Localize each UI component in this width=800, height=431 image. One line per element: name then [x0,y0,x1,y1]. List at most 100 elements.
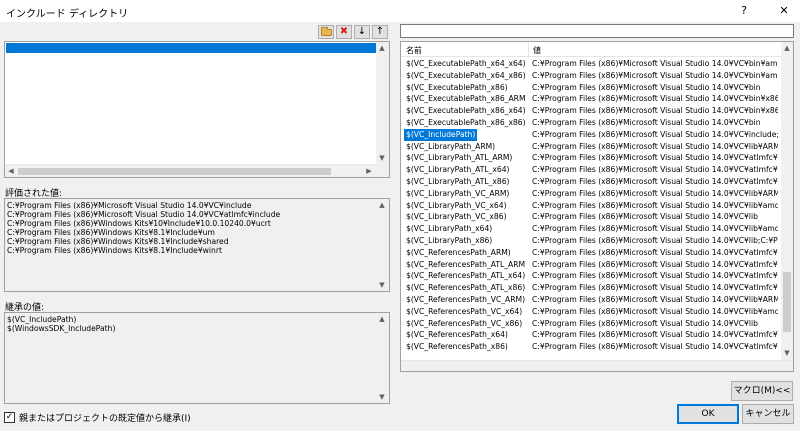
macro-grid-body: $(VC_ExecutablePath_x64_x64) C:¥Program F… [401,58,781,371]
macro-name: $(VC_ExecutablePath_x86_x64) [406,106,526,116]
macro-name: $(VC_ReferencesPath_x64) [406,330,508,340]
macro-row[interactable]: $(VC_LibraryPath_ATL_ARM) C:¥Program File… [401,152,781,164]
macro-value: C:¥Program Files (x86)¥Microsoft Visual … [532,283,778,293]
macro-value: C:¥Program Files (x86)¥Microsoft Visual … [532,294,778,304]
scroll-left-icon[interactable]: ◀ [5,165,17,177]
scroll-down-icon[interactable]: ▼ [781,347,793,359]
cancel-button[interactable]: キャンセル [742,404,794,424]
macro-name: $(VC_ExecutablePath_x64_x86) [406,70,526,80]
delete-button[interactable]: ✖ [336,25,352,39]
list-item-selected[interactable] [6,43,388,53]
macro-row[interactable]: $(VC_ExecutablePath_x86_ARM) C:¥Program F… [401,93,781,105]
column-divider[interactable] [528,43,529,56]
scroll-up-icon[interactable]: ▲ [376,42,388,54]
inherited-line: $(VC_IncludePath) [7,315,77,324]
scroll-down-icon[interactable]: ▼ [376,391,388,403]
macro-grid-header: 名前 値 [401,42,781,57]
macro-name: $(VC_ReferencesPath_x86) [406,342,508,352]
folder-icon [320,26,332,36]
macro-value: C:¥Program Files (x86)¥Microsoft Visual … [532,224,778,234]
macro-row[interactable]: $(VC_IncludePath) C:¥Program Files (x86)¥… [401,128,781,141]
scroll-down-icon[interactable]: ▼ [376,279,388,291]
macro-name: $(VC_LibraryPath_VC_ARM) [406,188,510,198]
macro-grid[interactable]: 名前 値 $(VC_ExecutablePath_x64_x64) C:¥Prog… [400,41,794,372]
move-up-button[interactable]: ↑ [372,25,388,39]
column-header-value[interactable]: 値 [533,45,541,56]
macro-name: $(VC_ReferencesPath_VC_x86) [406,318,523,328]
macro-value: C:¥Program Files (x86)¥Microsoft Visual … [532,330,778,340]
macro-row[interactable]: $(VC_ReferencesPath_x86) C:¥Program Files… [401,341,781,353]
macro-value: C:¥Program Files (x86)¥Microsoft Visual … [532,141,778,151]
macro-search-input[interactable] [400,24,794,38]
macro-toggle-button[interactable]: マクロ(M)<< [731,381,793,401]
macro-name: $(VC_ExecutablePath_x64_x64) [406,59,526,68]
evaluated-lines: C:¥Program Files (x86)¥Microsoft Visual … [7,201,375,255]
evaluated-line: C:¥Program Files (x86)¥Windows Kits¥8.1¥… [7,228,215,237]
scroll-up-icon[interactable]: ▲ [376,313,388,325]
inherit-checkbox[interactable]: ✓ [4,412,15,423]
macro-name: $(VC_ReferencesPath_ATL_ARM) [406,259,526,269]
inherited-values-box: $(VC_IncludePath) $(WindowsSDK_IncludePat… [4,312,390,404]
macro-grid-vscrollbar[interactable]: ▲ ▼ [781,42,793,360]
inherited-vscrollbar[interactable]: ▲ ▼ [376,313,389,403]
ok-button[interactable]: OK [677,404,739,424]
macro-name: $(VC_LibraryPath_ARM) [406,141,496,151]
macro-row[interactable]: $(VC_LibraryPath_x86) C:¥Program Files (x… [401,235,781,247]
close-button[interactable]: ✕ [774,2,794,20]
macro-value: C:¥Program Files (x86)¥Microsoft Visual … [532,106,778,116]
macro-grid-hscrollbar[interactable] [401,360,793,371]
macro-name: $(VC_ReferencesPath_ATL_x64) [406,271,526,281]
path-list-vscrollbar[interactable]: ▲ ▼ [376,42,389,177]
macro-row[interactable]: $(VC_LibraryPath_VC_x64) C:¥Program Files… [401,200,781,212]
macro-value: C:¥Program Files (x86)¥Microsoft Visual … [532,212,758,222]
column-header-name[interactable]: 名前 [406,45,422,56]
scroll-up-icon[interactable]: ▲ [781,42,793,54]
macro-row[interactable]: $(VC_ExecutablePath_x86_x64) C:¥Program F… [401,105,781,117]
macro-row[interactable]: $(VC_ExecutablePath_x64_x64) C:¥Program F… [401,58,781,70]
scroll-thumb[interactable] [18,168,331,175]
macro-row[interactable]: $(VC_LibraryPath_ARM) C:¥Program Files (x… [401,141,781,153]
evaluated-line: C:¥Program Files (x86)¥Microsoft Visual … [7,210,281,219]
macro-name: $(VC_LibraryPath_x64) [406,224,493,234]
macro-row[interactable]: $(VC_ReferencesPath_ATL_x64) C:¥Program F… [401,270,781,282]
scroll-right-icon[interactable]: ▶ [363,165,375,177]
macro-row[interactable]: $(VC_LibraryPath_VC_x86) C:¥Program Files… [401,211,781,223]
macro-row[interactable]: $(VC_ReferencesPath_ATL_ARM) C:¥Program F… [401,259,781,271]
scroll-up-icon[interactable]: ▲ [376,199,388,211]
macro-row[interactable]: $(VC_LibraryPath_ATL_x86) C:¥Program File… [401,176,781,188]
evaluated-vscrollbar[interactable]: ▲ ▼ [376,199,389,291]
path-list-toolbar: ✖ ↓ ↑ [318,25,388,39]
path-edit-list[interactable]: ◀ ▶ ▲ ▼ [4,41,390,178]
macro-row[interactable]: $(VC_LibraryPath_x64) C:¥Program Files (x… [401,223,781,235]
macro-row[interactable]: $(VC_ReferencesPath_x64) C:¥Program Files… [401,329,781,341]
scroll-thumb[interactable] [783,272,791,332]
macro-value: C:¥Program Files (x86)¥Microsoft Visual … [532,165,778,175]
macro-row[interactable]: $(VC_ExecutablePath_x64_x86) C:¥Program F… [401,70,781,82]
help-button[interactable]: ? [734,2,754,20]
macro-value: C:¥Program Files (x86)¥Microsoft Visual … [532,306,778,316]
scroll-down-icon[interactable]: ▼ [376,152,388,164]
new-line-button[interactable] [318,25,334,39]
macro-row[interactable]: $(VC_ExecutablePath_x86_x86) C:¥Program F… [401,117,781,129]
macro-row[interactable]: $(VC_LibraryPath_VC_ARM) C:¥Program Files… [401,188,781,200]
macro-row[interactable]: $(VC_ReferencesPath_ATL_x86) C:¥Program F… [401,282,781,294]
macro-name: $(VC_LibraryPath_VC_x86) [406,212,507,222]
inherit-checkbox-row[interactable]: ✓ 親またはプロジェクトの既定値から継承(I) [4,411,191,424]
inherit-checkbox-label: 親またはプロジェクトの既定値から継承(I) [19,414,191,424]
macro-row[interactable]: $(VC_ReferencesPath_ARM) C:¥Program Files… [401,247,781,259]
macro-value: C:¥Program Files (x86)¥Microsoft Visual … [532,188,778,198]
macro-value: C:¥Program Files (x86)¥Microsoft Visual … [532,94,778,104]
macro-name: $(VC_ExecutablePath_x86) [406,82,508,92]
macro-row[interactable]: $(VC_ReferencesPath_VC_x86) C:¥Program Fi… [401,318,781,330]
macro-name: $(VC_ExecutablePath_x86_x86) [406,117,526,127]
evaluated-values-box: C:¥Program Files (x86)¥Microsoft Visual … [4,198,390,292]
macro-row[interactable]: $(VC_ReferencesPath_VC_x64) C:¥Program Fi… [401,306,781,318]
macro-row[interactable]: $(VC_ReferencesPath_VC_ARM) C:¥Program Fi… [401,294,781,306]
macro-row[interactable]: $(VC_LibraryPath_ATL_x64) C:¥Program File… [401,164,781,176]
macro-row[interactable]: $(VC_ExecutablePath_x86) C:¥Program Files… [401,82,781,94]
macro-name: $(VC_LibraryPath_ATL_ARM) [406,153,513,163]
move-down-button[interactable]: ↓ [354,25,370,39]
window-title: インクルード ディレクトリ [6,9,129,20]
macro-name: $(VC_LibraryPath_ATL_x64) [406,165,510,175]
path-list-hscrollbar[interactable]: ◀ ▶ [5,164,376,177]
